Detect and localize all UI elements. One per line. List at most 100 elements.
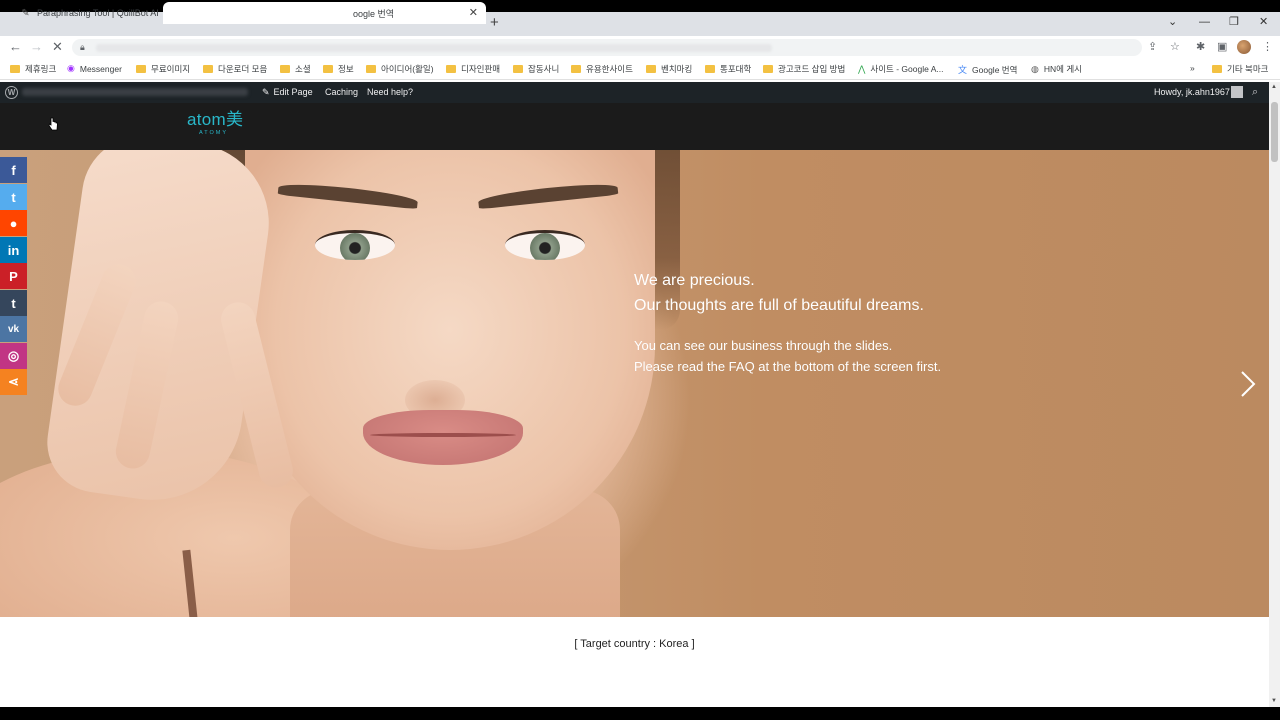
folder-icon bbox=[203, 65, 213, 73]
instagram-icon[interactable]: ◎ bbox=[0, 343, 27, 369]
bookmark-item[interactable]: 벤치마킹 bbox=[646, 63, 692, 75]
pencil-icon: ✎ bbox=[262, 87, 270, 97]
quillbot-favicon-icon: ✎ bbox=[21, 7, 30, 19]
folder-icon bbox=[513, 65, 523, 73]
user-avatar[interactable] bbox=[1231, 86, 1243, 98]
need-help-menu[interactable]: Need help? bbox=[367, 87, 413, 98]
slider-next-arrow-icon[interactable] bbox=[1238, 370, 1258, 398]
site-logo-subtitle: ATOMY bbox=[199, 130, 229, 136]
scroll-up-icon[interactable]: ▲ bbox=[1271, 84, 1277, 90]
bookmark-item[interactable]: 다운로더 모음 bbox=[203, 63, 267, 75]
hero-lip-line bbox=[370, 433, 516, 437]
other-bookmarks-folder[interactable]: 기타 북마크 bbox=[1212, 63, 1268, 75]
menu-kebab-icon[interactable]: ⋮ bbox=[1262, 40, 1273, 54]
bookmark-item[interactable]: ⋀ 사이트 - Google A... bbox=[858, 63, 943, 75]
back-button[interactable]: ← bbox=[9, 38, 22, 56]
tumblr-icon[interactable]: t bbox=[0, 290, 27, 316]
tab-search-icon[interactable]: ⌄ bbox=[1168, 14, 1177, 30]
edit-page-link[interactable]: ✎ Edit Page bbox=[262, 87, 313, 98]
need-help-label: Need help? bbox=[367, 87, 414, 97]
bookmark-item[interactable]: ◉ Messenger bbox=[67, 63, 122, 74]
site-logo[interactable]: atom美 bbox=[187, 110, 243, 130]
profile-avatar[interactable] bbox=[1237, 40, 1251, 54]
vk-icon[interactable]: vk bbox=[0, 316, 27, 342]
stop-loading-button[interactable]: ✕ bbox=[52, 38, 63, 56]
bookmark-label: 다운로더 모음 bbox=[218, 64, 268, 74]
folder-icon bbox=[446, 65, 456, 73]
bookmark-label: 잡동사니 bbox=[528, 64, 560, 74]
page-scrollbar[interactable] bbox=[1269, 82, 1280, 707]
bookmark-item[interactable]: 광고코드 삽입 방법 bbox=[763, 63, 845, 75]
tab-title: Paraphrasing Tool | QuillBot AI bbox=[37, 8, 159, 18]
caching-label: Caching bbox=[325, 87, 359, 97]
minimize-button[interactable]: — bbox=[1199, 14, 1210, 30]
more-bookmarks-button[interactable]: » bbox=[1190, 63, 1195, 73]
bookmark-item[interactable]: 文 Google 번역 bbox=[958, 63, 1017, 76]
bookmark-item[interactable]: 소셜 bbox=[280, 63, 311, 75]
hero-line-2: Our thoughts are full of beautiful dream… bbox=[634, 297, 924, 314]
share-page-icon[interactable]: ⇪ bbox=[1148, 40, 1157, 54]
bookmark-star-icon[interactable]: ☆ bbox=[1170, 40, 1180, 54]
bookmark-label: HN에 게시 bbox=[1043, 64, 1082, 74]
howdy-user-menu[interactable]: Howdy, jk.ahn1967 bbox=[1154, 87, 1230, 98]
bookmark-label: 디자인판매 bbox=[461, 64, 501, 74]
wordpress-icon[interactable]: W bbox=[5, 86, 18, 99]
tab-google-translate[interactable]: oogle 번역 ✕ bbox=[163, 2, 486, 24]
folder-icon bbox=[10, 65, 20, 73]
hero-line-4: Please read the FAQ at the bottom of the… bbox=[634, 359, 942, 374]
content-area bbox=[0, 617, 1269, 707]
target-country-text: [ Target country : Korea ] bbox=[574, 638, 695, 650]
scroll-down-icon[interactable]: ▼ bbox=[1271, 698, 1277, 704]
folder-icon bbox=[366, 65, 376, 73]
hero-line-3: You can see our business through the sli… bbox=[634, 338, 893, 353]
caching-menu[interactable]: Caching bbox=[325, 87, 358, 98]
facebook-icon[interactable]: f bbox=[0, 157, 27, 183]
folder-icon bbox=[323, 65, 333, 73]
bookmark-label: 소셜 bbox=[295, 64, 311, 74]
bookmark-item[interactable]: 유용한사이트 bbox=[571, 63, 633, 75]
more-bookmarks-label: » bbox=[1190, 63, 1195, 73]
bookmark-label: 무료이미지 bbox=[151, 64, 191, 74]
hero-eye-left bbox=[315, 230, 395, 260]
bookmark-item[interactable]: ◍ HN에 게시 bbox=[1031, 63, 1082, 75]
bookmark-item[interactable]: 통포대학 bbox=[705, 63, 751, 75]
bookmark-item[interactable]: 아이디어(활일) bbox=[366, 63, 434, 75]
bookmark-label: 광고코드 삽입 방법 bbox=[778, 64, 846, 74]
reddit-icon[interactable]: ● bbox=[0, 210, 27, 236]
bookmark-item[interactable]: 제휴링크 bbox=[10, 63, 56, 75]
bookmark-item[interactable]: 잡동사니 bbox=[513, 63, 559, 75]
scrollbar-thumb[interactable] bbox=[1271, 102, 1278, 162]
folder-icon bbox=[571, 65, 581, 73]
extensions-icon[interactable]: ✱ bbox=[1196, 40, 1205, 54]
search-icon[interactable]: ⌕ bbox=[1252, 86, 1258, 98]
linkedin-icon[interactable]: in bbox=[0, 237, 27, 263]
messenger-icon: ◉ bbox=[67, 63, 75, 73]
new-tab-button[interactable]: + bbox=[490, 14, 499, 32]
bookmark-label: 기타 북마크 bbox=[1227, 64, 1269, 74]
globe-icon: ◍ bbox=[1031, 63, 1039, 74]
bookmark-item[interactable]: 정보 bbox=[323, 63, 354, 75]
howdy-label: Howdy, jk.ahn1967 bbox=[1154, 87, 1230, 97]
bookmark-label: 제휴링크 bbox=[25, 64, 57, 74]
folder-icon bbox=[136, 65, 146, 73]
lock-icon[interactable]: 🔒︎ bbox=[80, 40, 85, 54]
close-tab-icon[interactable]: ✕ bbox=[469, 6, 478, 19]
side-panel-icon[interactable]: ▣ bbox=[1217, 40, 1227, 54]
bookmark-label: Messenger bbox=[79, 63, 122, 74]
restore-button[interactable]: ❐ bbox=[1229, 14, 1239, 30]
hero-line-1: We are precious. bbox=[634, 272, 755, 289]
twitter-icon[interactable]: t bbox=[0, 184, 27, 210]
site-name-redacted[interactable] bbox=[22, 88, 248, 96]
forward-button[interactable]: → bbox=[30, 38, 43, 56]
bookmark-label: 통포대학 bbox=[720, 64, 752, 74]
bookmark-item[interactable]: 무료이미지 bbox=[136, 63, 190, 75]
bookmark-label: 벤치마킹 bbox=[661, 64, 693, 74]
share-icon[interactable]: ⋖ bbox=[0, 369, 27, 395]
tab-quillbot[interactable]: ✎ Paraphrasing Tool | QuillBot AI bbox=[8, 2, 163, 24]
folder-icon bbox=[280, 65, 290, 73]
tab-title: oogle 번역 bbox=[353, 8, 395, 19]
bookmark-item[interactable]: 디자인판매 bbox=[446, 63, 500, 75]
folder-icon bbox=[1212, 65, 1222, 73]
close-window-button[interactable]: ✕ bbox=[1259, 14, 1268, 30]
pinterest-icon[interactable]: P bbox=[0, 263, 27, 289]
